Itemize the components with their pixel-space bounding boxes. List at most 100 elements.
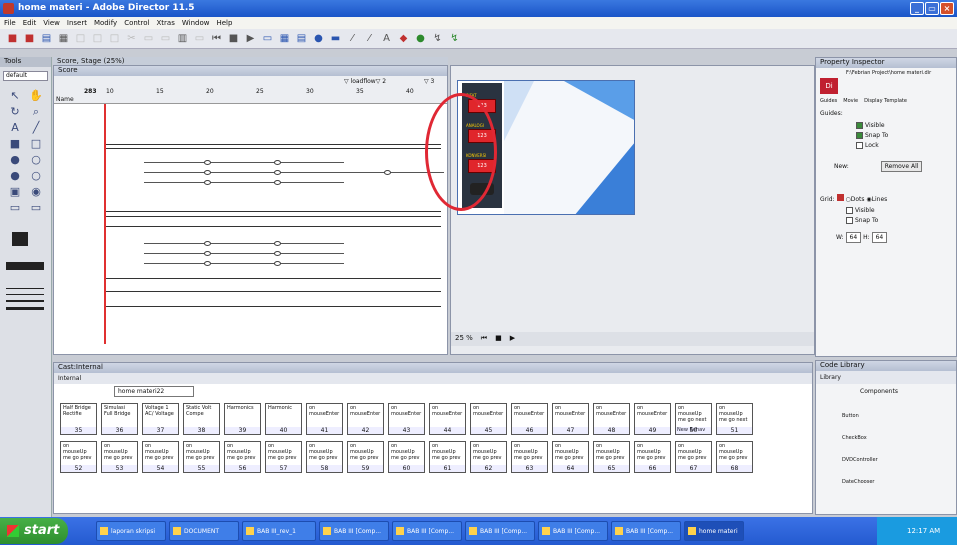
arrow-tool-icon[interactable]: ↖ — [7, 89, 23, 102]
paint-icon[interactable]: ⁄ — [346, 32, 359, 45]
stage-play-icon[interactable]: ▶ — [510, 334, 515, 344]
sprite-span-4[interactable] — [144, 243, 344, 244]
keyframe[interactable] — [204, 261, 211, 266]
text-tool-icon[interactable]: A — [7, 121, 23, 134]
sprite-span-2[interactable] — [144, 172, 444, 173]
grid-height-field[interactable]: 64 — [871, 232, 888, 243]
sprite-channel-8[interactable] — [106, 306, 441, 307]
find-icon[interactable]: ▥ — [176, 32, 189, 45]
cast-member[interactable]: on mouseEnter 47 — [552, 403, 589, 435]
guides-snap-checkbox[interactable] — [856, 132, 863, 139]
menu-edit[interactable]: Edit — [23, 19, 37, 29]
cast-member[interactable]: Voltage 1 AC/ Voltage 37 — [142, 403, 179, 435]
cast-member[interactable]: on mouseUp me go prev 61 — [429, 441, 466, 473]
button-tool-icon[interactable]: ▭ — [7, 201, 23, 214]
paste-icon[interactable]: ▭ — [142, 32, 155, 45]
grid-dots-radio[interactable]: Dots — [851, 196, 865, 203]
component-datechooser[interactable]: DateChooser — [816, 463, 956, 485]
keyframe[interactable] — [204, 160, 211, 165]
tools-mode-select[interactable]: default — [3, 71, 48, 81]
new-cast-icon[interactable]: ■ — [23, 32, 36, 45]
text-icon[interactable]: A — [380, 32, 393, 45]
menu-modify[interactable]: Modify — [94, 19, 117, 29]
media-icon[interactable]: ▬ — [329, 32, 342, 45]
task-bab3-comp-2[interactable]: BAB III [Comp... — [392, 521, 462, 541]
tab-guides[interactable]: Guides — [820, 98, 837, 104]
cast-member[interactable]: on mouseEnter 48 — [593, 403, 630, 435]
cast-member[interactable]: on mouseEnter 45 — [470, 403, 507, 435]
cast-member[interactable]: on mouseEnter 44 — [429, 403, 466, 435]
start-button[interactable]: start — [0, 518, 68, 544]
radio-tool-icon[interactable]: ◉ — [28, 185, 44, 198]
sprite-channel-4[interactable] — [106, 216, 441, 217]
remove-all-button[interactable]: Remove All — [880, 161, 923, 172]
rewind-icon[interactable]: ⏮ — [210, 32, 223, 45]
component-button[interactable]: Button — [816, 395, 956, 419]
cast-member[interactable]: on mouseUp me go prev 64 — [552, 441, 589, 473]
task-home-materi[interactable]: home materi — [684, 521, 744, 541]
menu-help[interactable]: Help — [216, 19, 232, 29]
cast-member-name-field[interactable]: home materi22 — [114, 386, 194, 397]
cast-member[interactable]: on mouseUp me go next 51 — [716, 403, 753, 435]
tab-movie[interactable]: Movie — [843, 98, 858, 104]
cast-member[interactable]: on mouseEnter 42 — [347, 403, 384, 435]
keyframe[interactable] — [274, 241, 281, 246]
cast-member[interactable]: Half Bridge Rectifie 35 — [60, 403, 97, 435]
grid-width-field[interactable]: 64 — [845, 232, 862, 243]
new-movie-icon[interactable]: ■ — [6, 32, 19, 45]
menu-insert[interactable]: Insert — [67, 19, 87, 29]
line-width-2[interactable] — [6, 294, 44, 295]
task-bab3-comp-4[interactable]: BAB III [Comp... — [538, 521, 608, 541]
keyframe[interactable] — [204, 251, 211, 256]
stop-icon[interactable]: ■ — [227, 32, 240, 45]
cast-member[interactable]: on mouseUp me go prev 53 — [101, 441, 138, 473]
filled-round-tool-icon[interactable]: ● — [7, 169, 23, 182]
task-document[interactable]: DOCUMENT — [169, 521, 239, 541]
keyframe[interactable] — [204, 170, 211, 175]
component-checkbox[interactable]: CheckBox — [816, 419, 956, 441]
filled-rect-tool-icon[interactable]: ■ — [7, 137, 23, 150]
cast-member[interactable]: on mouseUp me go prev 63 — [511, 441, 548, 473]
message-icon[interactable]: ↯ — [448, 32, 461, 45]
stage-stop-icon[interactable]: ■ — [495, 334, 502, 344]
cast-member[interactable]: on mouseEnter 46 — [511, 403, 548, 435]
menu-window[interactable]: Window — [182, 19, 210, 29]
frame-marker-label[interactable]: ▽ loadflow▽ 2 — [344, 78, 386, 85]
shockwave-icon[interactable]: ◆ — [397, 32, 410, 45]
cast-member[interactable]: on mouseUp me go prev 65 — [593, 441, 630, 473]
exchange-icon[interactable]: ▭ — [193, 32, 206, 45]
play-icon[interactable]: ▶ — [244, 32, 257, 45]
menu-control[interactable]: Control — [124, 19, 149, 29]
line-width-4[interactable] — [6, 307, 44, 310]
clear-icon[interactable]: ▭ — [159, 32, 172, 45]
library-icon[interactable]: ● — [312, 32, 325, 45]
pattern-swatch[interactable] — [6, 262, 44, 270]
stage-rewind-icon[interactable]: ⏮ — [481, 334, 487, 344]
cast-member[interactable]: on mouseUp me go prev 55 — [183, 441, 220, 473]
copy-icon[interactable]: ✂ — [125, 32, 138, 45]
task-bab3-comp-5[interactable]: BAB III [Comp... — [611, 521, 681, 541]
sprite-channel-5[interactable] — [106, 226, 441, 227]
cast-member[interactable]: on mouseUp me go prev 56 — [224, 441, 261, 473]
behavior-icon[interactable]: ↯ — [431, 32, 444, 45]
sprite-span-3[interactable] — [144, 182, 344, 183]
cast-member[interactable]: on mouseUp me go prev 58 — [306, 441, 343, 473]
library-tab[interactable]: Library — [816, 371, 956, 384]
components-dropdown[interactable]: Components — [816, 384, 956, 395]
cast-member[interactable]: on mouseUp me go prev 66 — [634, 441, 671, 473]
cast-member[interactable]: on mouseUp me go prev 57 — [265, 441, 302, 473]
keyframe[interactable] — [274, 180, 281, 185]
filled-ellipse-tool-icon[interactable]: ● — [7, 153, 23, 166]
playhead[interactable] — [104, 104, 106, 344]
zoom-level[interactable]: 25 % — [455, 334, 473, 344]
frame-marker-label-2[interactable]: ▽ 3 — [424, 78, 434, 85]
cast-member[interactable]: on mouseUp me go prev 68 — [716, 441, 753, 473]
sprite-channel-2[interactable] — [106, 148, 441, 149]
tab-display-template[interactable]: Display Template — [864, 98, 907, 104]
keyframe[interactable] — [204, 180, 211, 185]
stage-icon[interactable]: ▭ — [261, 32, 274, 45]
guides-visible-checkbox[interactable] — [856, 122, 863, 129]
cast-member[interactable]: on mouseUp me go prev 54 — [142, 441, 179, 473]
cast-member[interactable]: on mouseEnter 41 — [306, 403, 343, 435]
cast-member[interactable]: on mouseEnter 43 — [388, 403, 425, 435]
